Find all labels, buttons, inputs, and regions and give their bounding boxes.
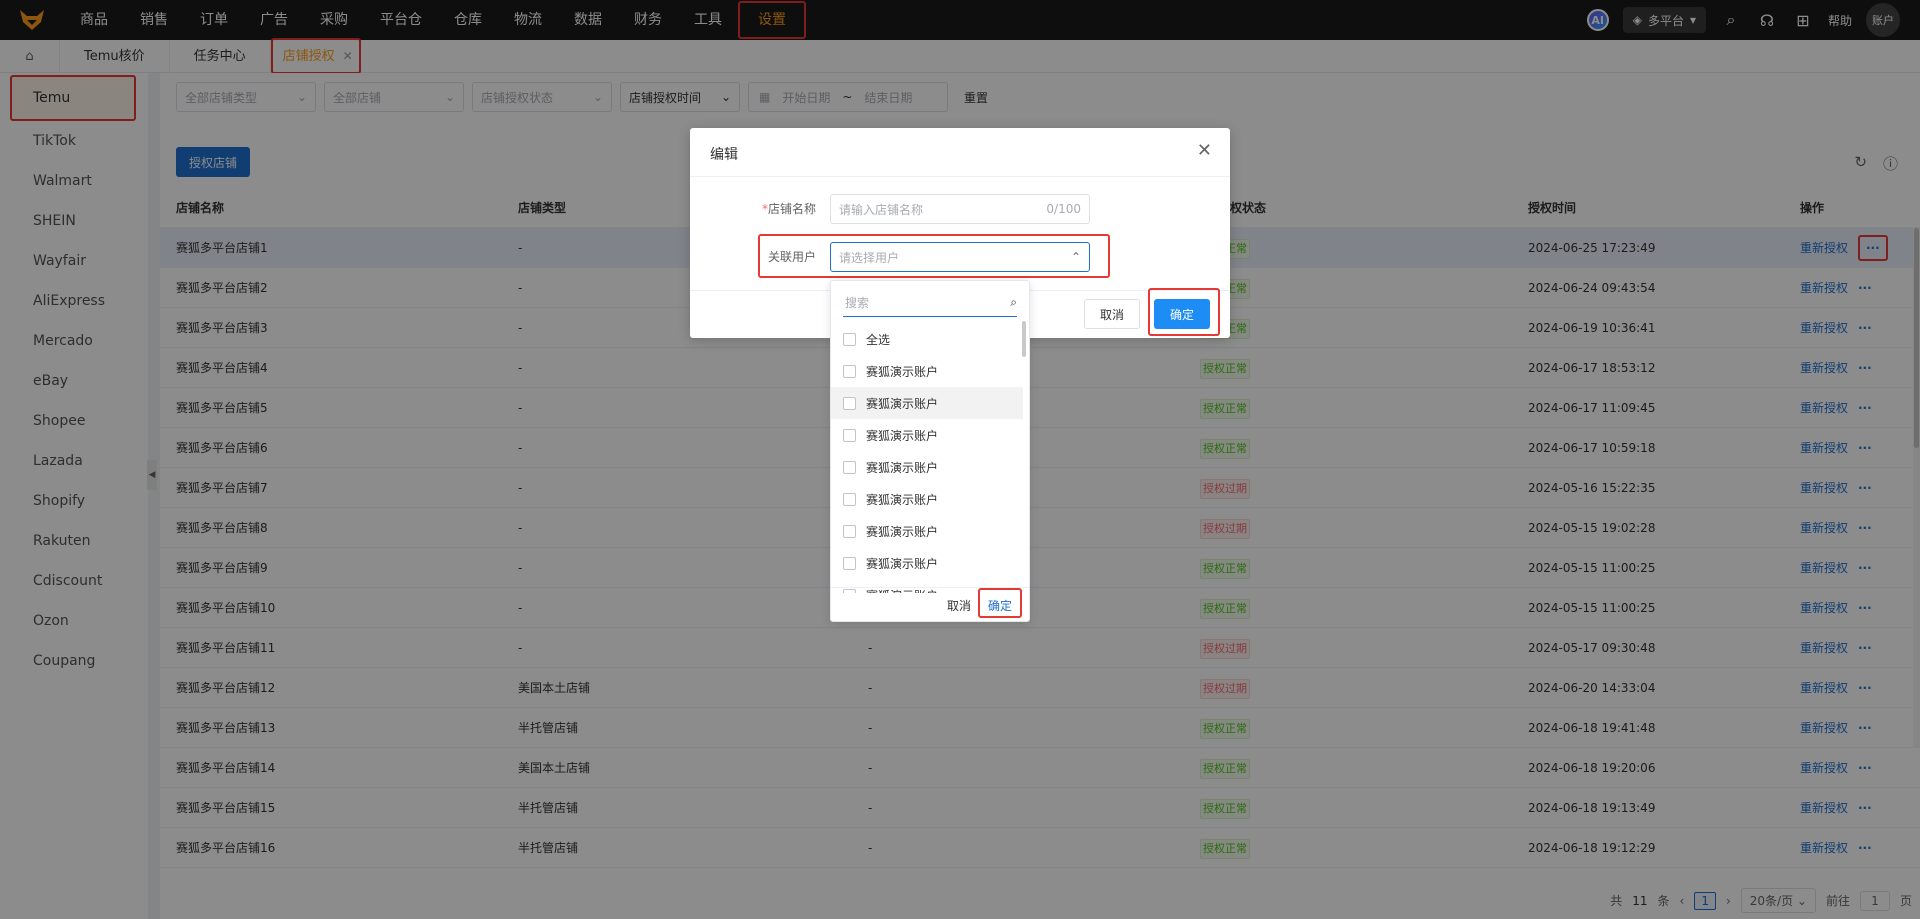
user-dropdown: 搜索 ⌕ 全选赛狐演示账户 赛狐演示账户 赛狐演示账户 赛狐演示账户 赛狐演示账户 赛狐演… <box>830 280 1030 622</box>
dialog-title: 编辑 <box>710 147 738 163</box>
dropdown-footer: 取消 确定 <box>831 587 1029 621</box>
checkbox[interactable] <box>843 492 856 506</box>
option-label: 赛狐演示账户 <box>866 364 939 379</box>
dialog-confirm-button[interactable]: 确定 <box>1154 299 1210 329</box>
user-option[interactable]: 赛狐演示账户 <box>831 419 1023 451</box>
checkbox[interactable] <box>843 428 856 442</box>
dropdown-confirm-button[interactable]: 确定 <box>988 597 1012 614</box>
checkbox[interactable] <box>843 364 856 378</box>
dropdown-cancel-button[interactable]: 取消 <box>947 597 971 614</box>
checkbox[interactable] <box>843 556 856 570</box>
checkbox[interactable] <box>843 524 856 538</box>
option-label: 赛狐演示账户 <box>866 460 939 475</box>
select-all-option[interactable]: 全选 <box>831 323 1023 355</box>
option-label: 赛狐演示账户 <box>866 428 939 443</box>
checkbox[interactable] <box>843 396 856 410</box>
option-label: 赛狐演示账户 <box>866 492 939 507</box>
user-select[interactable]: 请选择用户 ⌃ <box>830 242 1090 272</box>
user-label: 关联用户 <box>768 250 817 264</box>
user-option[interactable]: 赛狐演示账户 <box>831 483 1023 515</box>
search-icon: ⌕ <box>1010 295 1017 309</box>
user-option[interactable]: 赛狐演示账户 <box>831 515 1023 547</box>
dialog-cancel-button[interactable]: 取消 <box>1084 299 1140 329</box>
store-name-label: *店铺名称 <box>762 202 817 216</box>
search-placeholder: 搜索 <box>845 296 870 310</box>
user-option[interactable]: 赛狐演示账户 <box>831 451 1023 483</box>
checkbox[interactable] <box>843 332 856 346</box>
checkbox[interactable] <box>843 460 856 474</box>
dialog-divider <box>690 176 1230 177</box>
input-placeholder: 请输入店铺名称 <box>839 202 924 217</box>
user-option[interactable]: 赛狐演示账户 <box>831 355 1023 387</box>
select-placeholder: 请选择用户 <box>839 250 900 265</box>
dropdown-options: 全选赛狐演示账户 赛狐演示账户 赛狐演示账户 赛狐演示账户 赛狐演示账户 赛狐演示账户 赛狐… <box>831 323 1023 593</box>
option-label: 赛狐演示账户 <box>866 556 939 571</box>
store-name-label-text: 店铺名称 <box>768 202 817 216</box>
option-label: 全选 <box>866 332 891 347</box>
user-option[interactable]: 赛狐演示账户 <box>831 387 1023 419</box>
char-counter: 0/100 <box>1046 202 1081 216</box>
close-icon[interactable]: ✕ <box>1197 140 1212 161</box>
user-option[interactable]: 赛狐演示账户 <box>831 547 1023 579</box>
store-name-input[interactable]: 请输入店铺名称 0/100 <box>830 194 1090 224</box>
option-label: 赛狐演示账户 <box>866 396 939 411</box>
dropdown-scroll-thumb[interactable] <box>1022 321 1026 357</box>
option-label: 赛狐演示账户 <box>866 524 939 539</box>
chevron-up-icon: ⌃ <box>1070 250 1081 264</box>
dropdown-search-input[interactable]: 搜索 ⌕ <box>843 289 1017 317</box>
